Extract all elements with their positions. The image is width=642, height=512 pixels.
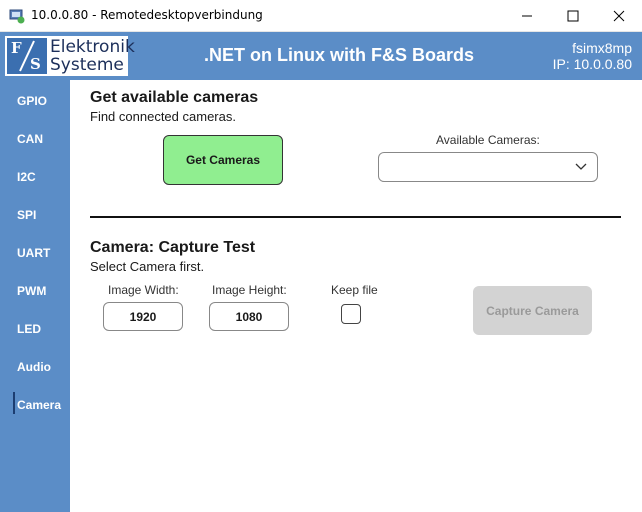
maximize-icon [567, 10, 579, 21]
minimize-icon [522, 15, 532, 16]
close-button[interactable] [596, 0, 642, 31]
sidebar: GPIO CAN I2C SPI UART PWM LED Audio Came… [0, 80, 70, 512]
section-divider [90, 216, 621, 218]
get-cameras-button[interactable]: Get Cameras [163, 135, 283, 185]
sidebar-item-spi[interactable]: SPI [17, 208, 36, 222]
close-icon [613, 10, 625, 21]
cameras-section-title: Get available cameras [90, 89, 259, 106]
logo-mark: F S [7, 38, 47, 74]
image-width-label: Image Width: [108, 283, 179, 297]
sidebar-item-pwm[interactable]: PWM [17, 284, 46, 298]
device-ip: IP: 10.0.0.80 [552, 56, 632, 72]
sidebar-item-uart[interactable]: UART [17, 246, 50, 260]
sidebar-item-camera[interactable]: Camera [17, 398, 61, 412]
remote-desktop-icon [9, 9, 25, 24]
available-cameras-label: Available Cameras: [436, 133, 540, 147]
sidebar-item-audio[interactable]: Audio [17, 360, 51, 374]
sidebar-item-gpio[interactable]: GPIO [17, 94, 47, 108]
sidebar-item-i2c[interactable]: I2C [17, 170, 36, 184]
company-logo: F S Elektronik Systeme [5, 36, 135, 76]
sidebar-item-led[interactable]: LED [17, 322, 41, 336]
capture-section-title: Camera: Capture Test [90, 239, 256, 256]
logo-text-line2: Systeme [50, 55, 124, 75]
device-name: fsimx8mp [572, 40, 632, 56]
cameras-section-subtitle: Find connected cameras. [90, 109, 236, 124]
keep-file-label: Keep file [331, 283, 378, 297]
image-width-input[interactable]: 1920 [103, 302, 183, 331]
chevron-down-icon [575, 163, 587, 170]
capture-camera-button[interactable]: Capture Camera [473, 286, 592, 335]
window-title: 10.0.0.80 - Remotedesktopverbindung [31, 8, 263, 22]
window-titlebar: 10.0.0.80 - Remotedesktopverbindung [0, 0, 642, 32]
image-height-label: Image Height: [212, 283, 287, 297]
keep-file-checkbox[interactable] [341, 304, 361, 324]
sidebar-active-indicator [13, 392, 15, 414]
sidebar-item-can[interactable]: CAN [17, 132, 43, 146]
logo-text-line1: Elektronik [50, 37, 135, 57]
maximize-button[interactable] [550, 0, 596, 31]
image-height-input[interactable]: 1080 [209, 302, 289, 331]
capture-section-subtitle: Select Camera first. [90, 259, 205, 274]
available-cameras-dropdown[interactable] [378, 152, 598, 182]
minimize-button[interactable] [504, 0, 550, 31]
app-title: .NET on Linux with F&S Boards [204, 45, 474, 65]
